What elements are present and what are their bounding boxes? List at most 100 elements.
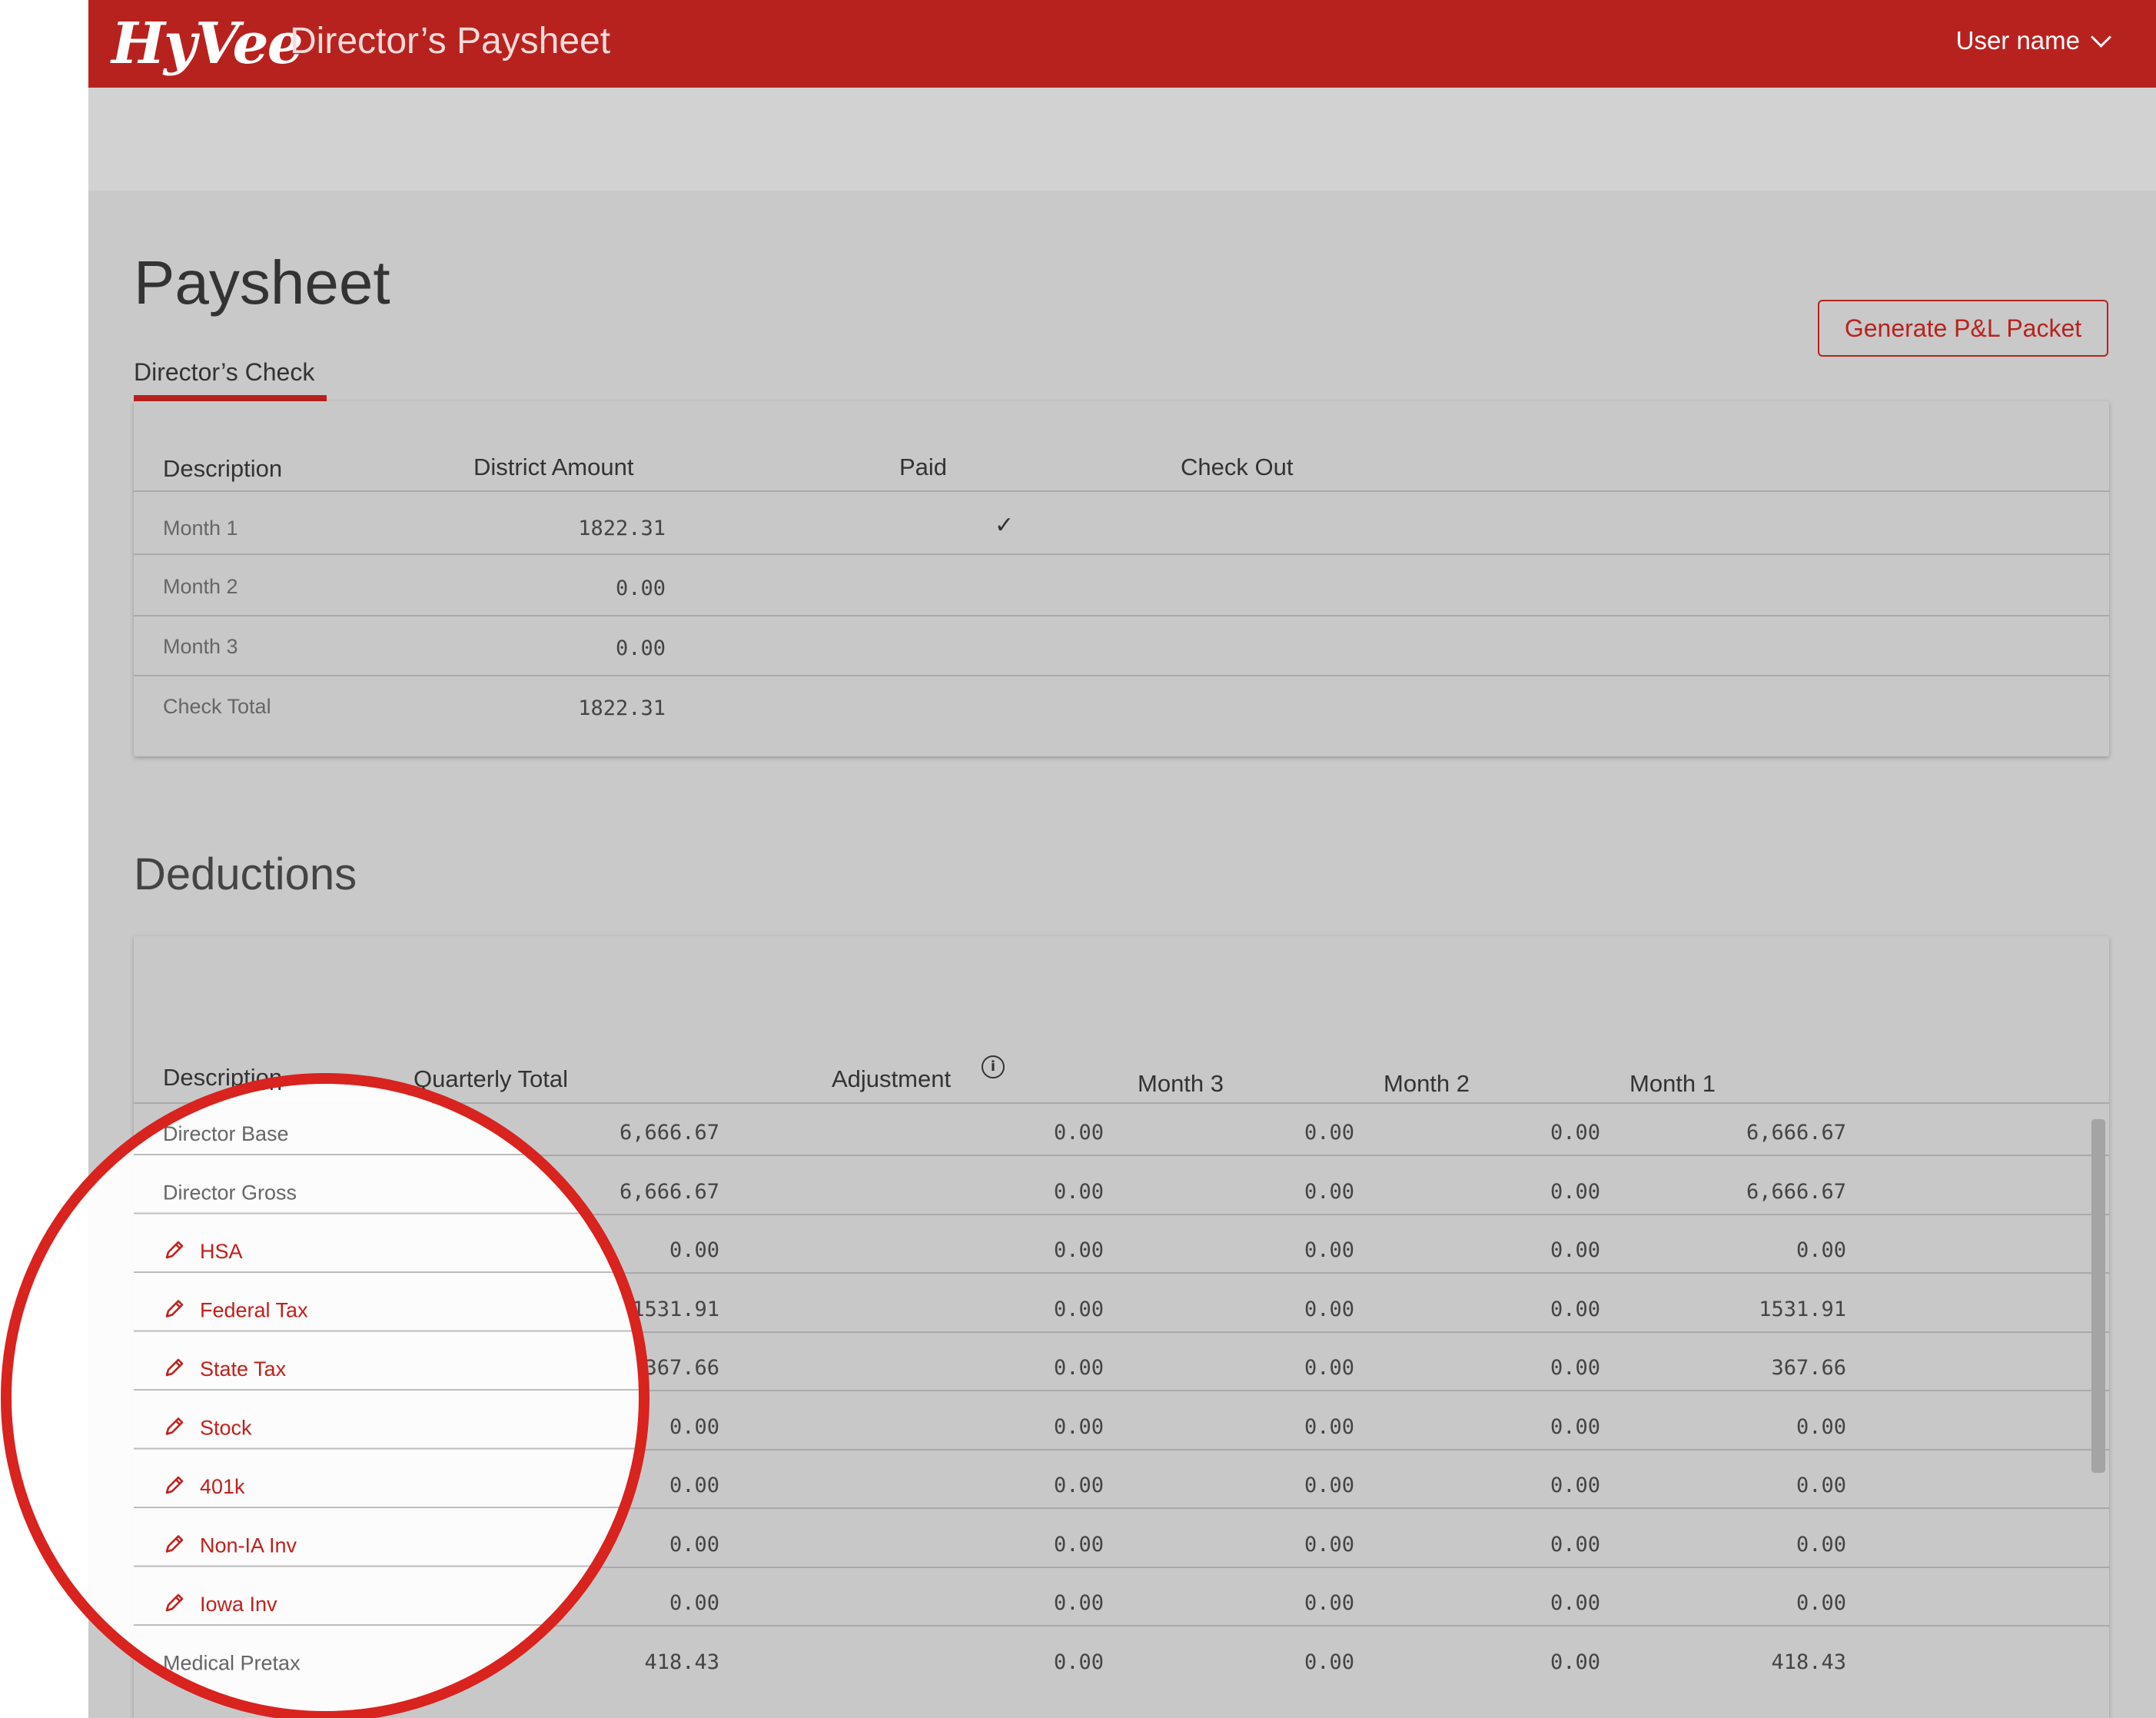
row-quarterly-total: 0.00 [669,1532,719,1557]
pencil-edit-icon[interactable] [163,1296,186,1319]
generate-pl-packet-button[interactable]: Generate P&L Packet [1818,300,2108,357]
row-month-1: 0.00 [1796,1238,1846,1262]
row-month-3: 0.00 [1304,1532,1354,1557]
row-description: Director Base [163,1121,289,1144]
tab-active-indicator [134,395,327,401]
row-month-1: 0.00 [1796,1414,1846,1439]
row-month-2: 0.00 [1550,1532,1600,1557]
divider [134,1272,2109,1274]
row-quarterly-total: 6,666.67 [619,1179,719,1204]
app-window: HyVee Director’s Paysheet User name Pays… [88,0,2156,1718]
row-description: Month 1 [163,517,238,540]
row-description-editable[interactable]: HSA [200,1238,243,1262]
row-amount: 1822.31 [578,517,666,540]
info-icon[interactable]: i [982,1055,1005,1078]
row-month-3: 0.00 [1304,1650,1354,1674]
row-description-editable[interactable]: Non-IA Inv [200,1533,297,1557]
row-month-1: 6,666.67 [1746,1179,1846,1204]
deductions-title: Deductions [134,849,357,899]
row-description: Director Gross [163,1179,297,1203]
row-quarterly-total: 1531.91 [632,1297,719,1321]
row-description: Month 3 [163,635,238,658]
col-header-month-1: Month 1 [1629,1070,1716,1097]
row-description: Month 2 [163,575,238,598]
divider [134,1390,2109,1391]
row-adjustment: 0.00 [1053,1414,1104,1439]
col-header-month-2: Month 2 [1384,1070,1470,1097]
row-month-1: 0.00 [1796,1591,1846,1615]
row-adjustment: 0.00 [1053,1474,1104,1497]
row-month-3: 0.00 [1304,1414,1354,1439]
row-month-1: 418.43 [1771,1650,1846,1674]
top-bar: HyVee Director’s Paysheet User name [88,0,2156,88]
pencil-edit-icon[interactable] [163,1414,186,1437]
row-description-editable[interactable]: 401k [200,1474,245,1497]
row-month-2: 0.00 [1550,1297,1600,1321]
row-month-1: 0.00 [1796,1474,1846,1497]
row-month-1: 367.66 [1771,1356,1846,1380]
row-adjustment: 0.00 [1053,1650,1104,1674]
divider [134,1155,2109,1156]
page-title: Paysheet [134,248,390,317]
row-quarterly-total: 0.00 [669,1591,719,1615]
divider [134,1566,2109,1568]
divider [134,1625,2109,1627]
divider [134,675,2109,676]
row-month-2: 0.00 [1550,1121,1600,1145]
row-quarterly-total: 418.43 [644,1650,719,1674]
user-menu[interactable]: User name [1955,26,2111,55]
directors-check-table: Description District Amount Paid Check O… [134,401,2109,756]
pencil-edit-icon[interactable] [163,1472,186,1495]
pencil-edit-icon[interactable] [163,1590,186,1613]
pencil-edit-icon[interactable] [163,1237,186,1260]
row-adjustment: 0.00 [1053,1179,1104,1204]
row-adjustment: 0.00 [1053,1297,1104,1321]
row-description-editable[interactable]: Federal Tax [200,1298,308,1321]
col-header-quarterly-total: Quarterly Total [414,1065,569,1092]
row-description: Medical Pretax [163,1650,301,1673]
row-month-3: 0.00 [1304,1121,1354,1145]
divider [134,1102,2109,1104]
row-quarterly-total: 0.00 [669,1238,719,1262]
row-month-2: 0.00 [1550,1414,1600,1439]
row-month-2: 0.00 [1550,1179,1600,1204]
row-month-2: 0.00 [1550,1591,1600,1615]
row-month-2: 0.00 [1550,1238,1600,1262]
tab-directors-check[interactable]: Director’s Check [134,358,314,387]
row-description-editable[interactable]: State Tax [200,1356,286,1380]
chevron-down-icon [2091,26,2111,48]
row-month-3: 0.00 [1304,1179,1354,1204]
row-adjustment: 0.00 [1053,1238,1104,1262]
row-amount: 0.00 [615,636,666,660]
row-adjustment: 0.00 [1053,1356,1104,1380]
pencil-edit-icon[interactable] [163,1531,186,1554]
row-month-2: 0.00 [1550,1474,1600,1497]
col-header-adjustment: Adjustment [832,1065,952,1092]
row-quarterly-total: 0.00 [669,1474,719,1497]
row-quarterly-total: 0.00 [669,1414,719,1439]
divider [134,490,2109,492]
row-adjustment: 0.00 [1053,1591,1104,1615]
col-header-district-amount: District Amount [473,454,634,480]
row-adjustment: 0.00 [1053,1121,1104,1145]
pencil-edit-icon[interactable] [163,1354,186,1377]
row-amount: 0.00 [615,577,666,600]
col-header-description: Description [163,1064,283,1091]
app-title: Director’s Paysheet [290,21,611,61]
row-adjustment: 0.00 [1053,1532,1104,1557]
scrollbar[interactable] [2091,1119,2105,1473]
user-name-label: User name [1955,26,2080,55]
row-description-editable[interactable]: Iowa Inv [200,1591,277,1615]
row-month-1: 0.00 [1796,1532,1846,1557]
check-icon: ✓ [995,513,1015,538]
row-month-1: 6,666.67 [1746,1121,1846,1145]
row-month-2: 0.00 [1550,1650,1600,1674]
row-month-3: 0.00 [1304,1356,1354,1380]
header-band [88,88,2156,191]
divider [134,1213,2109,1215]
row-description-editable[interactable]: Stock [200,1415,252,1439]
hyvee-logo[interactable]: HyVee [111,11,304,77]
row-month-3: 0.00 [1304,1591,1354,1615]
col-header-month-3: Month 3 [1138,1070,1224,1097]
col-header-check-out: Check Out [1181,454,1294,480]
